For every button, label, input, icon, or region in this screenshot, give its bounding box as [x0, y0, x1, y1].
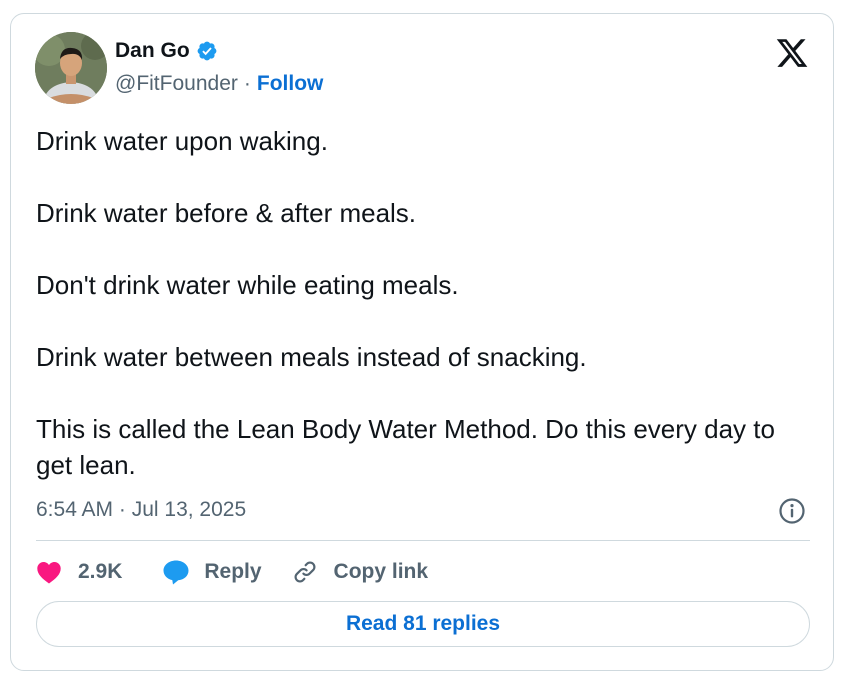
- tweet-timestamp[interactable]: 6:54 AM · Jul 13, 2025: [36, 498, 246, 522]
- tweet-paragraph: Drink water upon waking.: [36, 126, 328, 156]
- heart-icon: [37, 562, 61, 584]
- info-icon[interactable]: [778, 497, 806, 525]
- link-icon: [294, 561, 316, 583]
- author-name[interactable]: Dan Go: [115, 39, 190, 63]
- copy-link-button[interactable]: Copy link: [292, 559, 429, 585]
- like-count: 2.9K: [78, 560, 123, 583]
- tweet-paragraph: Drink water between meals instead of sna…: [36, 342, 587, 372]
- author-name-row: Dan Go: [115, 39, 218, 63]
- reply-button[interactable]: Reply: [162, 559, 262, 585]
- like-button[interactable]: 2.9K: [36, 560, 122, 584]
- tweet-paragraph: Drink water before & after meals.: [36, 198, 417, 228]
- speech-bubble-icon: [163, 560, 189, 585]
- author-handle-row: @FitFounder · Follow: [115, 72, 323, 96]
- profile-photo: [35, 32, 107, 104]
- tweet-paragraph: This is called the Lean Body Water Metho…: [36, 414, 775, 480]
- verified-badge-icon: [197, 41, 217, 61]
- copy-link-label: Copy link: [333, 560, 429, 583]
- author-handle[interactable]: @FitFounder: [115, 72, 238, 96]
- follow-link[interactable]: Follow: [257, 72, 324, 96]
- tweet-paragraph: Don't drink water while eating meals.: [36, 270, 459, 300]
- avatar[interactable]: [35, 32, 107, 104]
- action-bar: 2.9K Reply Copy link: [36, 555, 428, 589]
- read-replies-button[interactable]: Read 81 replies: [36, 601, 810, 647]
- x-logo-icon[interactable]: [775, 36, 809, 70]
- tweet-text: Drink water upon waking. Drink water bef…: [36, 123, 806, 483]
- tweet-card: Dan Go @FitFounder · Follow Drink water …: [10, 13, 834, 671]
- divider: [36, 540, 810, 541]
- separator-dot: ·: [243, 72, 251, 95]
- reply-label: Reply: [204, 560, 262, 583]
